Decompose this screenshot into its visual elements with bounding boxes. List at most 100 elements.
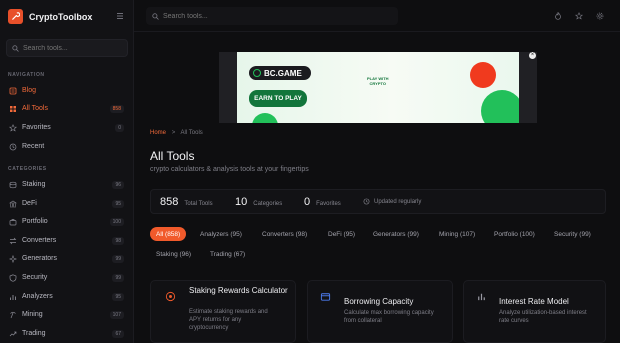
stat-label: Categories [253, 201, 283, 207]
clock-icon [363, 198, 370, 205]
sidebar-item-analyzers[interactable]: Analyzers 95 [4, 289, 128, 304]
sidebar-item-generators[interactable]: Generators 99 [4, 251, 128, 266]
bank-icon [8, 199, 17, 208]
pickaxe-icon [8, 310, 17, 319]
sidebar-item-trading[interactable]: Trading 67 [4, 326, 128, 341]
ad-creative[interactable]: BC.GAME EARN TO PLAY PLAY WITH CRYPTO [237, 52, 519, 123]
briefcase-icon [8, 217, 17, 226]
breadcrumb-current: All Tools [180, 130, 203, 136]
ad-tag-line-2: CRYPTO [369, 81, 386, 86]
count-badge: 99 [112, 254, 124, 263]
tool-title: Interest Rate Model [499, 297, 569, 306]
filter-security[interactable]: Security (99) [548, 227, 597, 241]
ad-banner[interactable]: BC.GAME EARN TO PLAY PLAY WITH CRYPTO × [219, 52, 537, 123]
stat-label: Favorites [316, 201, 341, 207]
stats-bar: 858 Total Tools 10 Categories 0 Favorite… [150, 189, 606, 214]
search-icon [152, 12, 159, 20]
clock-icon [8, 142, 17, 151]
collapse-sidebar-icon[interactable] [116, 12, 124, 22]
sidebar-item-label: Portfolio [22, 218, 48, 225]
sidebar-item-defi[interactable]: DeFi 95 [4, 196, 128, 211]
sidebar: CryptoToolbox NAVIGATION Blog All Tools … [0, 0, 134, 343]
stat-value: 0 [304, 196, 311, 208]
app-name: CryptoToolbox [29, 11, 93, 22]
sidebar-item-label: Staking [22, 181, 46, 188]
trend-icon [8, 329, 17, 338]
sidebar-item-portfolio[interactable]: Portfolio 100 [4, 214, 128, 229]
sidebar-item-label: All Tools [22, 105, 48, 112]
categories-section-title: CATEGORIES [8, 166, 47, 172]
chart-icon [8, 292, 17, 301]
logo-icon [8, 9, 23, 24]
flame-icon[interactable] [554, 12, 562, 20]
stat-favorites: 0 Favorites [304, 196, 341, 208]
count-badge: 67 [112, 329, 124, 338]
ad-logo: BC.GAME [249, 66, 311, 80]
sidebar-item-converters[interactable]: Converters 98 [4, 233, 128, 248]
tool-title: Borrowing Capacity [344, 297, 414, 306]
filter-all[interactable]: All (858) [150, 227, 187, 241]
count-badge: 107 [109, 310, 124, 319]
page-subtitle: crypto calculators & analysis tools at y… [150, 166, 309, 173]
filter-staking[interactable]: Staking (96) [150, 247, 197, 261]
count-badge: 100 [109, 217, 124, 226]
sidebar-item-security[interactable]: Security 99 [4, 270, 128, 285]
filter-converters[interactable]: Converters (98) [256, 227, 313, 241]
sidebar-item-label: Recent [22, 143, 45, 150]
coins-icon [8, 180, 17, 189]
sidebar-search[interactable] [6, 39, 128, 57]
count-badge: 99 [112, 273, 124, 282]
breadcrumb-home[interactable]: Home [150, 130, 166, 136]
bank-icon [320, 293, 331, 301]
sidebar-item-mining[interactable]: Mining 107 [4, 307, 128, 322]
sidebar-item-label: Trading [22, 330, 46, 337]
tool-card[interactable]: Interest Rate Model Analyze utilization-… [463, 280, 606, 343]
count-badge: 858 [109, 104, 124, 113]
filter-portfolio[interactable]: Portfolio (100) [488, 227, 541, 241]
count-badge: 96 [112, 180, 124, 189]
gear-icon[interactable] [596, 12, 604, 20]
sidebar-item-favorites[interactable]: Favorites 0 [4, 120, 128, 135]
stat-value: 10 [235, 196, 248, 208]
stat-categories: 10 Categories [235, 196, 282, 208]
target-icon [165, 291, 176, 302]
sidebar-item-label: Analyzers [22, 293, 53, 300]
sidebar-item-recent[interactable]: Recent [4, 139, 128, 154]
sidebar-item-blog[interactable]: Blog [4, 83, 128, 98]
sidebar-item-staking[interactable]: Staking 96 [4, 177, 128, 192]
stat-updated: Updated regularly [363, 198, 421, 205]
filter-generators[interactable]: Generators (99) [367, 227, 425, 241]
shield-icon [8, 273, 17, 282]
tool-title: Staking Rewards Calculator [189, 286, 288, 295]
close-icon[interactable]: × [529, 52, 536, 59]
filter-analyzers[interactable]: Analyzers (95) [194, 227, 248, 241]
star-icon [8, 123, 17, 132]
breadcrumb: Home > All Tools [150, 130, 203, 136]
topbar [134, 0, 620, 32]
ad-brand: BC.GAME [264, 68, 302, 78]
top-search[interactable] [146, 7, 398, 25]
count-badge: 0 [115, 123, 124, 132]
sidebar-search-input[interactable] [23, 44, 113, 52]
top-search-input[interactable] [163, 12, 253, 20]
updated-label: Updated regularly [374, 198, 422, 205]
sidebar-item-all-tools[interactable]: All Tools 858 [4, 101, 128, 116]
sidebar-item-label: Blog [22, 87, 37, 94]
filter-trading[interactable]: Trading (67) [204, 247, 251, 261]
tool-card[interactable]: Staking Rewards Calculator Estimate stak… [150, 280, 296, 343]
count-badge: 98 [112, 236, 124, 245]
stat-label: Total Tools [184, 201, 213, 207]
breadcrumb-separator: > [171, 130, 176, 136]
filter-defi[interactable]: DeFi (95) [322, 227, 361, 241]
ad-cta-button[interactable]: EARN TO PLAY [249, 90, 307, 107]
tool-card[interactable]: Borrowing Capacity Calculate max borrowi… [307, 280, 453, 343]
swap-icon [8, 236, 17, 245]
search-icon [12, 44, 19, 52]
grid-icon [8, 104, 17, 113]
page-title: All Tools [150, 149, 195, 163]
sidebar-item-label: Security [22, 274, 48, 281]
filter-mining[interactable]: Mining (107) [433, 227, 481, 241]
stat-total-tools: 858 Total Tools [160, 196, 213, 208]
brand[interactable]: CryptoToolbox [8, 9, 92, 24]
star-icon[interactable] [575, 12, 583, 20]
